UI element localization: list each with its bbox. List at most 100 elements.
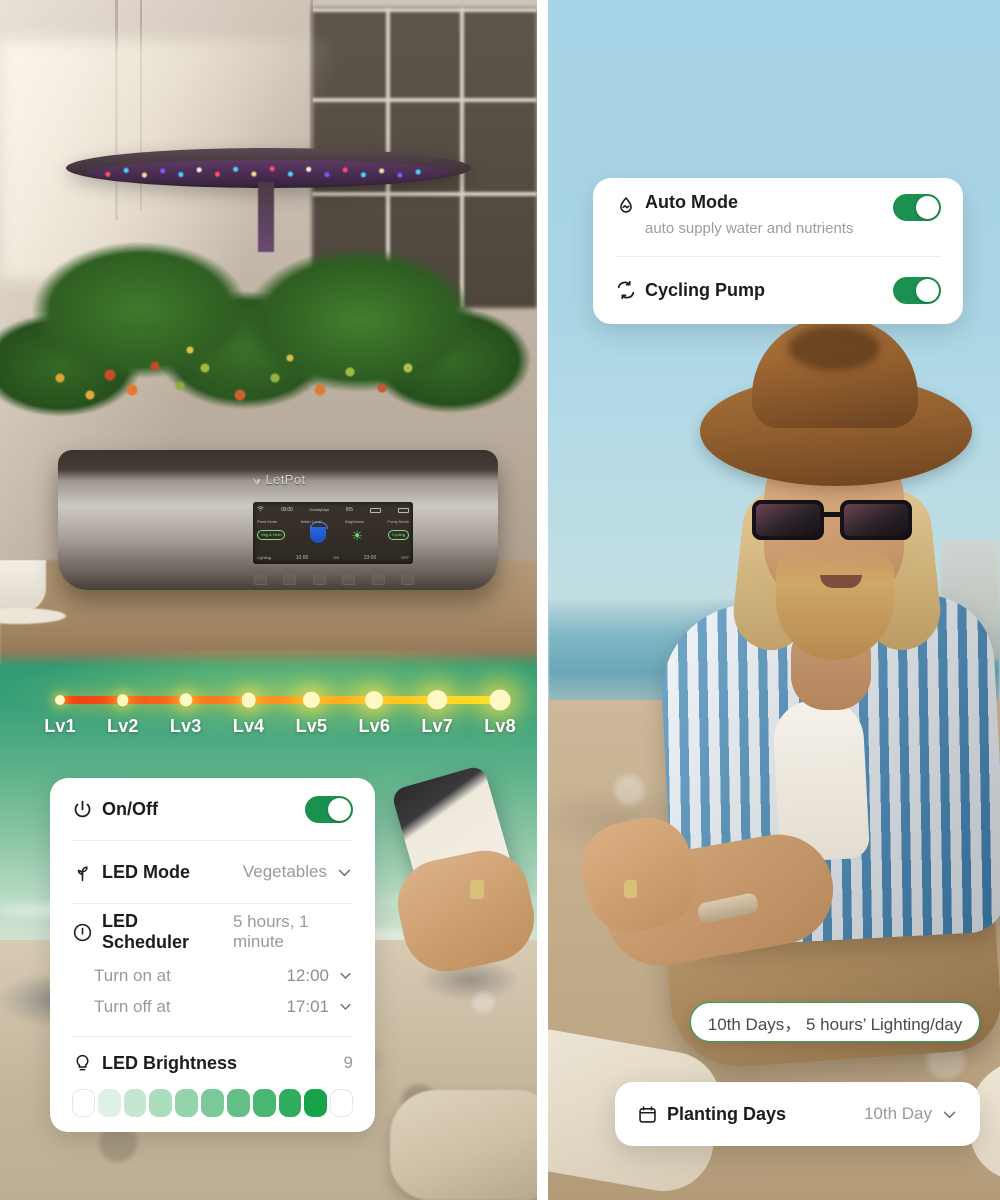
- brightness-segment-11[interactable]: [330, 1089, 353, 1117]
- led-brightness-value: 9: [343, 1053, 353, 1072]
- chevron-down-icon[interactable]: [941, 1106, 958, 1123]
- level-dot-3[interactable]: [179, 693, 193, 707]
- cycling-pump-row[interactable]: Cycling Pump: [593, 257, 963, 323]
- device-key-5[interactable]: [371, 573, 385, 585]
- turn-off-value: 17:01: [286, 996, 329, 1016]
- level-label-2: Lv2: [107, 716, 139, 736]
- auto-mode-description: auto supply water and nutrients: [645, 220, 854, 237]
- led-onoff-toggle[interactable]: [305, 795, 353, 823]
- turn-off-label: Turn off at: [94, 996, 171, 1016]
- leaf-icon: [251, 474, 262, 485]
- brightness-segment-6[interactable]: [201, 1089, 224, 1117]
- planting-days-card[interactable]: Planting Days 10th Day: [615, 1082, 980, 1146]
- brightness-segment-8[interactable]: [252, 1089, 276, 1117]
- brightness-segment-10[interactable]: [304, 1089, 328, 1117]
- coffee-cup: [0, 560, 46, 612]
- level-label-4: Lv4: [232, 716, 265, 736]
- level-dot-2[interactable]: [117, 694, 129, 706]
- led-brightness-slider[interactable]: [50, 1089, 375, 1117]
- device-screen: 00:00 GrowbyDays 8/5 Plant Mode Water Le…: [253, 502, 413, 564]
- led-onoff-row[interactable]: On/Off: [50, 778, 375, 840]
- screen-time: 00:00: [281, 507, 293, 513]
- led-scheduler-value: 5 hours, 1 minute: [232, 912, 309, 951]
- led-turn-on-row[interactable]: Turn on at 12:00: [50, 960, 375, 991]
- brightness-segment-3[interactable]: [123, 1089, 147, 1117]
- wifi-icon: [257, 506, 264, 514]
- device-key-4[interactable]: [342, 573, 356, 585]
- cycling-pump-toggle[interactable]: [893, 276, 941, 304]
- sunglasses-lens-right: [840, 500, 912, 540]
- level-dot-4[interactable]: [241, 692, 256, 708]
- lighting-summary-text: 10th Days， 5 hours’ Lighting/day: [707, 1014, 963, 1034]
- level-label-7: Lv7: [421, 716, 453, 736]
- brightness-segment-9[interactable]: [278, 1089, 302, 1117]
- led-mode-value: Vegetables: [242, 862, 327, 881]
- screen-plant-mode-label: Plant Mode: [257, 519, 278, 524]
- water-level-gauge: [310, 522, 329, 543]
- level-label-8: Lv8: [484, 716, 516, 736]
- device-keypad[interactable]: [254, 572, 414, 586]
- led-brightness-label: LED Brightness: [102, 1052, 238, 1073]
- screen-growdays-value: 8/5: [345, 507, 353, 513]
- person-mouth: [820, 575, 862, 588]
- screen-pump-mode-value: Cycling: [387, 530, 409, 540]
- cycle-icon: [615, 279, 639, 301]
- led-mode-row[interactable]: LED Mode Vegetables: [50, 841, 375, 903]
- calendar-icon: [637, 1104, 661, 1125]
- auto-mode-toggle[interactable]: [893, 194, 941, 221]
- person-ring: [624, 880, 637, 898]
- level-dot-6[interactable]: [365, 691, 384, 709]
- planting-days-label: Planting Days: [667, 1103, 787, 1124]
- tomato-fruits: [0, 190, 537, 490]
- brightness-sun-icon: ☀: [351, 527, 363, 543]
- toggle-knob: [916, 278, 939, 302]
- led-scheduler-row[interactable]: LED Scheduler 5 hours, 1 minute: [50, 904, 375, 960]
- sunglasses-lens-left: [752, 500, 824, 540]
- led-mode-label: LED Mode: [102, 861, 190, 882]
- brightness-segment-7[interactable]: [226, 1089, 250, 1117]
- device-key-6[interactable]: [400, 573, 414, 585]
- level-label-5: Lv5: [295, 716, 328, 736]
- brightness-segment-5[interactable]: [175, 1089, 199, 1117]
- led-brightness-row: LED Brightness 9: [50, 1037, 375, 1089]
- chevron-down-icon[interactable]: [336, 864, 353, 881]
- level-dot-5[interactable]: [303, 691, 320, 709]
- brightness-segment-4[interactable]: [149, 1089, 173, 1117]
- power-icon: [72, 799, 96, 820]
- auto-mode-row[interactable]: Auto Mode auto supply water and nutrient…: [593, 178, 963, 256]
- brightness-segment-2[interactable]: [97, 1089, 121, 1117]
- planting-days-value: 10th Day: [863, 1104, 932, 1123]
- clock-icon: [72, 922, 96, 943]
- person-beard: [776, 545, 894, 660]
- device-key-3[interactable]: [312, 573, 326, 585]
- level-labels: Lv1 Lv2 Lv3 Lv4 Lv5 Lv6 Lv7 Lv8: [40, 716, 520, 744]
- led-onoff-label: On/Off: [102, 798, 158, 819]
- chevron-down-icon[interactable]: [338, 968, 353, 983]
- page-root: LetPot 00:00 GrowbyDays 8/5 Plant Mode W…: [0, 0, 1000, 1200]
- brightness-segment-1[interactable]: [72, 1089, 95, 1117]
- screen-growdays-label: GrowbyDays: [309, 508, 329, 512]
- sunglasses-icon: [752, 500, 932, 544]
- planting-days-row[interactable]: Planting Days 10th Day: [615, 1082, 980, 1146]
- led-turn-off-row[interactable]: Turn off at 17:01: [50, 991, 375, 1022]
- toggle-knob: [328, 797, 351, 821]
- bulb-icon: [72, 1053, 96, 1074]
- level-dot-8[interactable]: [489, 689, 511, 711]
- cycling-pump-label: Cycling Pump: [645, 279, 766, 300]
- sprout-icon: [72, 862, 96, 883]
- device-key-2[interactable]: [283, 573, 297, 585]
- level-label-3: Lv3: [169, 716, 202, 736]
- turn-on-label: Turn on at: [94, 965, 171, 985]
- auto-mode-label: Auto Mode: [645, 192, 738, 212]
- led-control-card: On/Off LED Mode Vegetables LED Scheduler…: [50, 778, 375, 1132]
- level-dot-7[interactable]: [427, 690, 447, 710]
- shoe-left: [390, 1090, 537, 1200]
- auto-mode-card: Auto Mode auto supply water and nutrient…: [593, 178, 963, 324]
- device-key-1[interactable]: [254, 573, 267, 585]
- lighting-summary-badge: 10th Days， 5 hours’ Lighting/day: [690, 1002, 980, 1042]
- chevron-down-icon[interactable]: [338, 999, 353, 1014]
- brand-name: LetPot: [265, 472, 306, 487]
- turn-on-value: 12:00: [286, 965, 329, 985]
- level-dot-1[interactable]: [55, 695, 65, 705]
- person-ring-front: [470, 880, 484, 899]
